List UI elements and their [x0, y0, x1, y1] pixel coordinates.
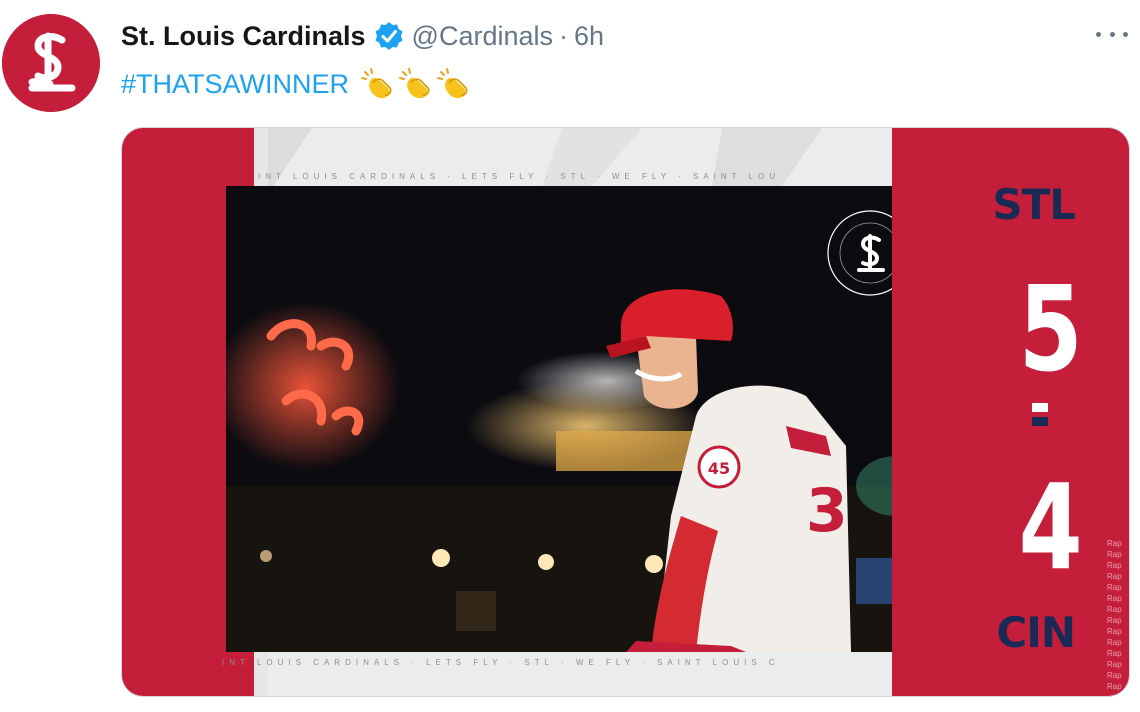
stl-logo-icon — [2, 14, 100, 112]
clapping-hands-icon — [397, 66, 433, 102]
jersey-patch: 45 — [708, 459, 730, 478]
tweet: St. Louis Cardinals @Cardinals · 6h #THA… — [0, 0, 1140, 712]
hashtag-link[interactable]: #THATSAWINNER — [121, 69, 349, 100]
clapping-hands-icon — [435, 66, 471, 102]
score-top: 5 — [1018, 260, 1083, 398]
timestamp[interactable]: 6h — [574, 21, 604, 52]
avatar[interactable] — [2, 14, 100, 112]
tweet-text: #THATSAWINNER — [121, 64, 471, 104]
separator-dot: · — [559, 20, 569, 51]
team-top-label: STL — [992, 180, 1076, 229]
side-pattern: Rap Rap Rap Rap Rap Rap Rap Rap Rap Rap … — [1107, 539, 1122, 691]
score-separator — [1032, 403, 1048, 427]
media-image[interactable]: FINAL INT LOUIS CARDINALS · LETS FLY · S… — [121, 127, 1130, 697]
player-photo: 3 45 — [226, 186, 924, 652]
svg-text:3: 3 — [806, 476, 848, 546]
clapping-hands-icon — [359, 66, 395, 102]
verified-badge-icon — [374, 21, 404, 51]
tweet-header: St. Louis Cardinals @Cardinals · 6h — [121, 18, 604, 54]
more-options-icon[interactable] — [1096, 22, 1128, 46]
display-name[interactable]: St. Louis Cardinals — [121, 21, 366, 52]
strip-text-top: INT LOUIS CARDINALS · LETS FLY · STL · W… — [258, 172, 781, 181]
strip-text-bottom: INT LOUIS CARDINALS · LETS FLY · STL · W… — [222, 658, 780, 667]
score-bottom: 4 — [1018, 458, 1083, 596]
team-bottom-label: CIN — [996, 608, 1076, 657]
score-panel: STL 5 4 CIN — [892, 128, 1129, 696]
handle[interactable]: @Cardinals — [412, 21, 553, 52]
